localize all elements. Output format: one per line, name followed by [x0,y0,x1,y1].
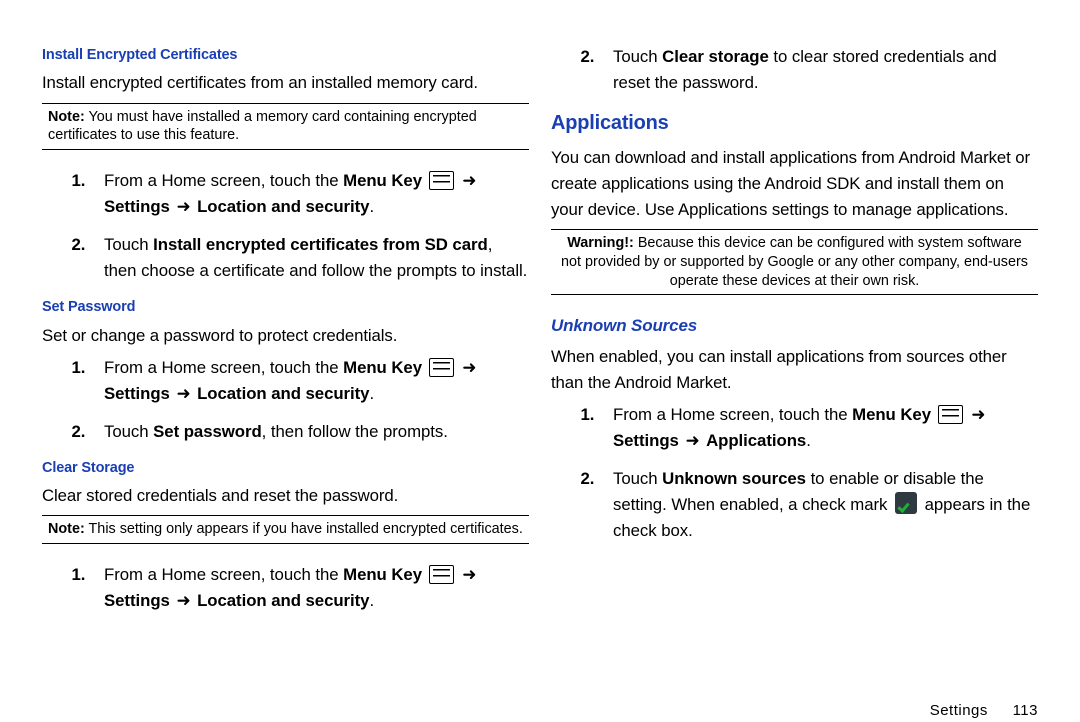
note-label: Note: [48,521,85,537]
arrow-icon: ➜ [460,562,478,588]
note-text: You must have installed a memory card co… [48,109,477,144]
list-item: Touch Clear storage to clear stored cred… [599,44,1038,96]
checkmark-icon [895,492,917,514]
arrow-icon: ➜ [174,588,192,614]
arrow-icon: ➜ [174,381,192,407]
heading-clear-storage: Clear Storage [42,457,529,479]
ordered-list: From a Home screen, touch the Menu Key ➜… [42,355,529,445]
list-item: Touch Set password, then follow the prom… [90,419,529,445]
right-column: Touch Clear storage to clear stored cred… [551,40,1038,716]
warning-label: Warning!: [567,235,634,251]
paragraph: You can download and install application… [551,145,1038,223]
list-item: From a Home screen, touch the Menu Key ➜… [90,562,529,614]
left-column: Install Encrypted Certificates Install e… [42,40,529,716]
list-item: From a Home screen, touch the Menu Key ➜… [599,402,1038,454]
ordered-list: From a Home screen, touch the Menu Key ➜… [551,402,1038,544]
page-footer: Settings 113 [930,699,1038,722]
arrow-icon: ➜ [460,355,478,381]
warning-box: Warning!: Because this device can be con… [551,229,1038,295]
heading-unknown-sources: Unknown Sources [551,313,1038,339]
page-number: 113 [1013,702,1038,719]
manual-page: Install Encrypted Certificates Install e… [0,0,1080,720]
paragraph: Clear stored credentials and reset the p… [42,483,529,509]
menu-key-icon [429,565,454,584]
paragraph: When enabled, you can install applicatio… [551,344,1038,396]
menu-key-icon [429,358,454,377]
arrow-icon: ➜ [683,428,701,454]
list-item: From a Home screen, touch the Menu Key ➜… [90,355,529,407]
heading-install-encrypted-certificates: Install Encrypted Certificates [42,44,529,66]
paragraph: Install encrypted certificates from an i… [42,70,529,96]
note-label: Note: [48,109,85,125]
arrow-icon: ➜ [174,194,192,220]
footer-section: Settings [930,702,988,719]
list-item: From a Home screen, touch the Menu Key ➜… [90,168,529,220]
list-item: Touch Install encrypted certificates fro… [90,232,529,284]
heading-set-password: Set Password [42,296,529,318]
paragraph: Set or change a password to protect cred… [42,323,529,349]
arrow-icon: ➜ [460,168,478,194]
heading-applications: Applications [551,108,1038,139]
ordered-list: From a Home screen, touch the Menu Key ➜… [42,168,529,284]
note-text: This setting only appears if you have in… [85,521,523,537]
menu-key-icon [938,405,963,424]
arrow-icon: ➜ [969,402,987,428]
list-item: Touch Unknown sources to enable or disab… [599,466,1038,544]
menu-key-icon [429,171,454,190]
note-box: Note: You must have installed a memory c… [42,103,529,150]
ordered-list: Touch Clear storage to clear stored cred… [551,44,1038,96]
note-box: Note: This setting only appears if you h… [42,515,529,544]
ordered-list: From a Home screen, touch the Menu Key ➜… [42,562,529,614]
